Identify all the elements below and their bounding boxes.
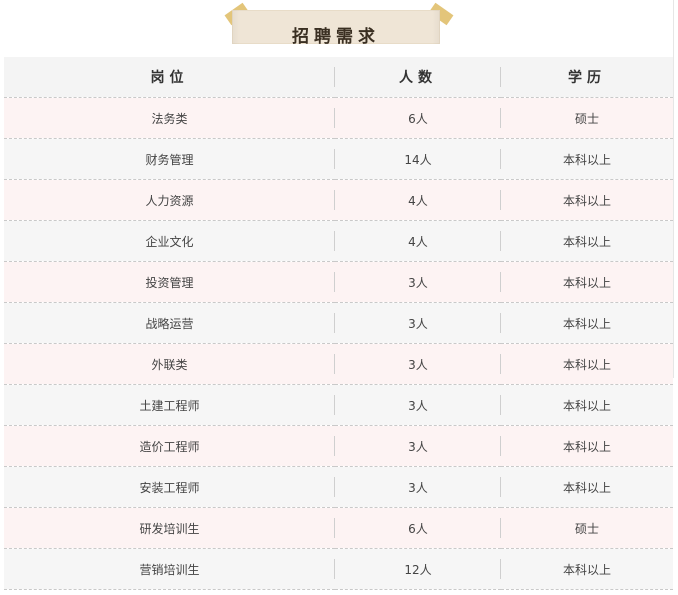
cell-position: 人力资源 [4,180,335,221]
cell-education: 本科以上 [562,562,611,577]
table-row: 财务管理 14人 本科以上 [4,138,673,180]
table-header-row: 岗位 人数 学历 [4,57,673,98]
cell-education: 本科以上 [562,439,611,454]
cell-count: 3人 [335,262,501,303]
cell-count: 4人 [335,180,501,221]
header-education: 学历 [568,70,606,86]
cell-count: 3人 [335,467,501,508]
cell-education: 硕士 [574,521,599,536]
cell-position: 安装工程师 [4,467,335,508]
cell-education: 本科以上 [562,152,611,167]
cell-count: 3人 [335,303,501,344]
cell-position: 投资管理 [4,262,335,303]
cell-count: 3人 [335,426,501,467]
title-badge: 招聘需求 [224,2,454,48]
table-row: 外联类 3人 本科以上 [4,343,673,385]
cell-position: 土建工程师 [4,385,335,426]
cell-position: 财务管理 [4,139,335,180]
header-position: 岗位 [4,57,335,98]
table-row: 战略运营 3人 本科以上 [4,302,673,344]
cell-position: 外联类 [4,344,335,385]
right-edge-divider [673,0,674,378]
cell-education: 本科以上 [562,316,611,331]
table-row: 投资管理 3人 本科以上 [4,261,673,303]
cell-count: 6人 [335,508,501,549]
recruitment-table: 岗位 人数 学历 法务类 6人 硕士 财务管理 14人 本科以上 人力资源 4人 本科以上 企业文… [4,57,673,590]
table-row: 人力资源 4人 本科以上 [4,179,673,221]
cell-education: 本科以上 [562,275,611,290]
cell-education: 硕士 [574,111,599,126]
table-row: 营销培训生 12人 本科以上 [4,548,673,590]
cell-count: 6人 [335,98,501,139]
cell-education: 本科以上 [562,234,611,249]
cell-count: 3人 [335,344,501,385]
cell-count: 14人 [335,139,501,180]
cell-position: 企业文化 [4,221,335,262]
page-title: 招聘需求 [292,27,380,47]
cell-position: 法务类 [4,98,335,139]
cell-education: 本科以上 [562,480,611,495]
cell-position: 战略运营 [4,303,335,344]
cell-count: 4人 [335,221,501,262]
cell-count: 12人 [335,549,501,590]
table-row: 造价工程师 3人 本科以上 [4,425,673,467]
table-row: 企业文化 4人 本科以上 [4,220,673,262]
title-banner: 招聘需求 [232,10,440,47]
table-row: 研发培训生 6人 硕士 [4,507,673,549]
cell-position: 营销培训生 [4,549,335,590]
table-row: 安装工程师 3人 本科以上 [4,466,673,508]
cell-education: 本科以上 [562,193,611,208]
cell-education: 本科以上 [562,398,611,413]
header-count: 人数 [335,57,501,98]
cell-education: 本科以上 [562,357,611,372]
cell-position: 研发培训生 [4,508,335,549]
cell-position: 造价工程师 [4,426,335,467]
cell-count: 3人 [335,385,501,426]
table-row: 土建工程师 3人 本科以上 [4,384,673,426]
table-row: 法务类 6人 硕士 [4,97,673,139]
